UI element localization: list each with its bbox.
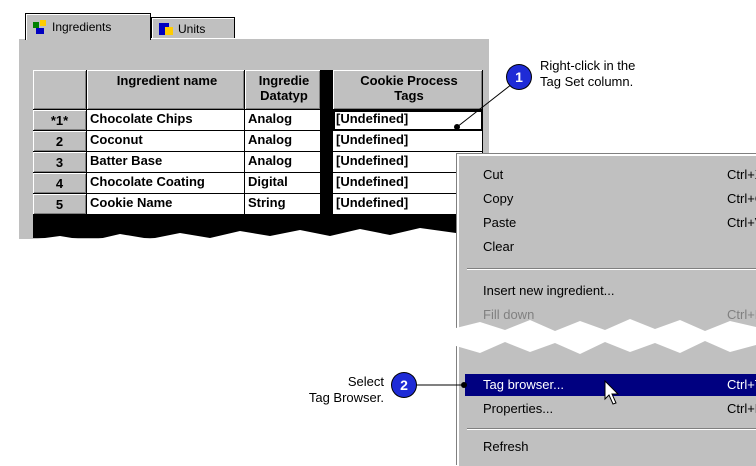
callout-1-badge: 1 — [507, 65, 531, 89]
tab-ingredients[interactable]: Ingredients — [25, 13, 151, 40]
callout-2-line1: Select — [347, 374, 384, 389]
callout-1-line1: Right-click in the — [540, 58, 636, 73]
callout-1-line2: Tag Set column. — [540, 74, 634, 89]
callout-1-text: Right-click in the Tag Set column. — [540, 58, 635, 90]
callout-2-badge: 2 — [392, 373, 416, 397]
callout-2-text: Select Tag Browser. — [300, 374, 384, 406]
tab-ingredients-label: Ingredients — [52, 20, 112, 34]
ingredients-icon — [32, 19, 48, 35]
callout-2-line2: Tag Browser. — [308, 390, 384, 405]
